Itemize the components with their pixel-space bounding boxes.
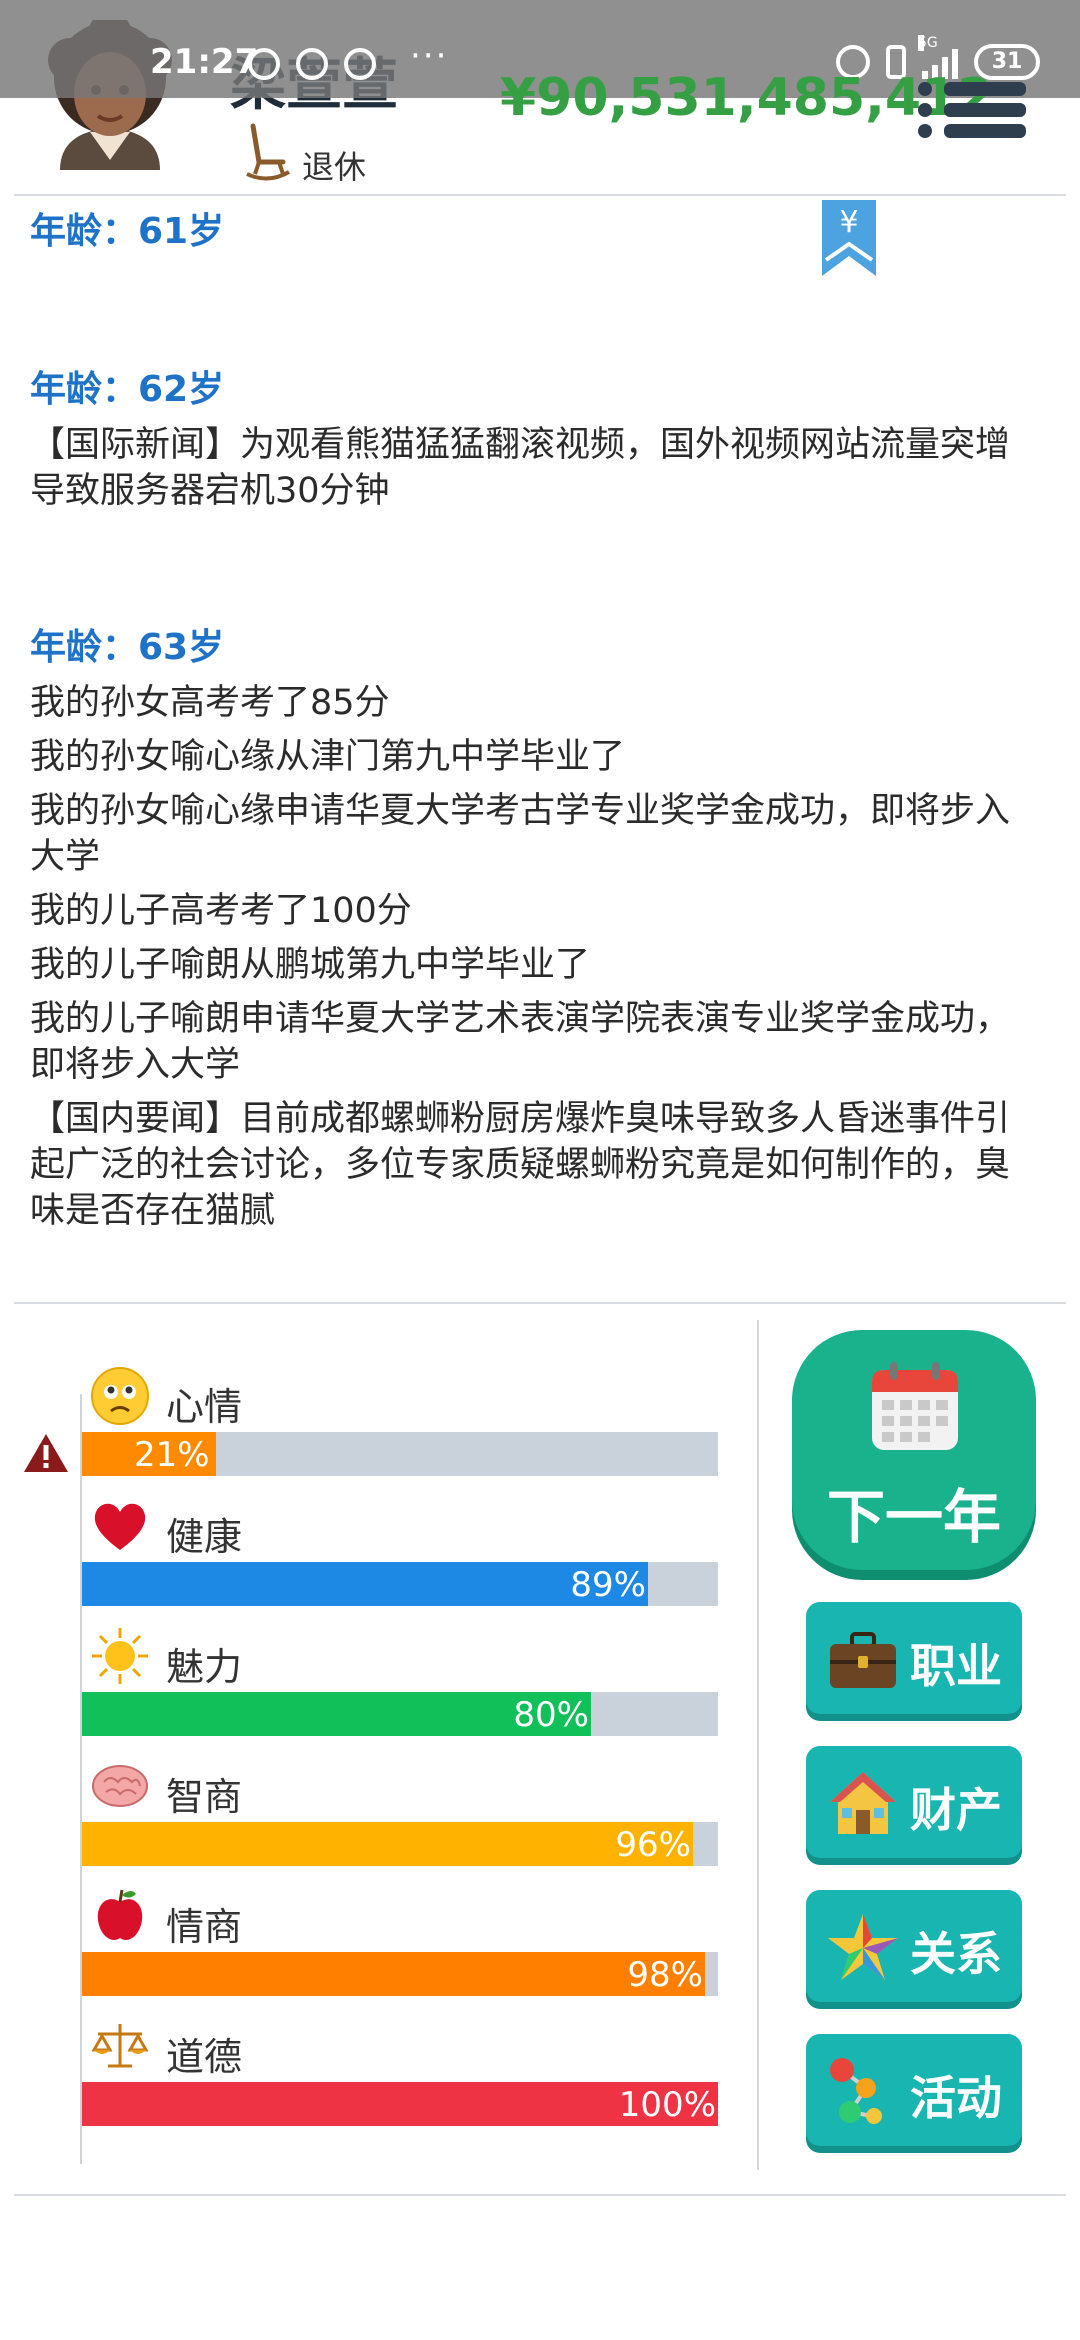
sad-face-icon — [91, 1367, 149, 1425]
log-entry: 我的儿子喻朗申请华夏大学艺术表演学院表演专业奖学金成功，即将步入大学 — [30, 999, 1011, 1085]
next-year-label: 下一年 — [826, 1483, 1001, 1551]
notification-icon — [344, 48, 376, 80]
scale-icon — [91, 2024, 149, 2068]
stat-mood: 心情 21% — [82, 1366, 718, 1496]
house-icon — [830, 1772, 896, 1834]
stat-fill: 98% — [82, 1952, 705, 1996]
notification-icon — [296, 48, 328, 80]
stat-label: 情商 — [166, 1905, 243, 1949]
notification-icon — [248, 48, 280, 80]
calendar-icon — [872, 1362, 958, 1450]
divider — [14, 194, 1066, 196]
stat-fill: 80% — [82, 1692, 591, 1736]
stat-percent: 89% — [570, 1565, 646, 1605]
stat-track: 100% — [82, 2082, 718, 2126]
log-entry: 我的孙女高考考了85分 — [30, 683, 390, 723]
stat-label: 智商 — [166, 1775, 243, 1819]
career-label: 职业 — [910, 1639, 1002, 1693]
brain-icon — [92, 1765, 148, 1807]
stats-panel: 心情 21% 健康 89% 魅力 80% 智商 96% 情商 98% 道德 10… — [0, 1320, 760, 2180]
age-heading: 年龄：62岁 — [30, 369, 225, 410]
relations-label: 关系 — [910, 1927, 1002, 1981]
log-entry: 【国际新闻】为观看熊猫猛猛翻滚视频，国外视频网站流量突增导致服务器宕机30分钟 — [30, 425, 1011, 511]
age-heading: 年龄：63岁 — [30, 627, 225, 668]
star-icon — [828, 1914, 898, 1980]
stat-track: 96% — [82, 1822, 718, 1866]
stat-percent: 21% — [134, 1435, 210, 1475]
career-button[interactable]: 职业 — [806, 1602, 1022, 1714]
stat-charm: 魅力 80% — [82, 1626, 718, 1756]
heart-icon — [94, 1503, 146, 1550]
briefcase-icon — [830, 1632, 896, 1688]
stat-percent: 98% — [627, 1955, 703, 1995]
log-entry: 我的儿子高考考了100分 — [30, 891, 412, 931]
panel-separator — [757, 1320, 759, 2170]
stat-morality: 道德 100% — [82, 2016, 718, 2146]
stat-track: 89% — [82, 1562, 718, 1606]
life-log: 年龄：61岁 年龄：62岁 【国际新闻】为观看熊猫猛猛翻滚视频，国外视频网站流量… — [30, 208, 1040, 1234]
divider — [14, 2194, 1066, 2196]
stat-label: 健康 — [166, 1515, 243, 1559]
relations-button[interactable]: 关系 — [806, 1890, 1022, 2002]
activities-button[interactable]: 活动 — [806, 2034, 1022, 2146]
activity-dots-icon — [830, 2058, 882, 2124]
status-time: 21:27 — [150, 42, 259, 82]
log-entry: 我的孙女喻心缘从津门第九中学毕业了 — [30, 737, 626, 777]
next-year-button[interactable]: 下一年 — [792, 1330, 1036, 1570]
stat-track: 98% — [82, 1952, 718, 1996]
stat-percent: 96% — [615, 1825, 691, 1865]
stat-label: 心情 — [166, 1385, 243, 1429]
divider — [14, 1302, 1066, 1304]
warning-icon — [24, 1434, 68, 1472]
sun-icon — [92, 1628, 148, 1684]
stat-percent: 100% — [618, 2085, 716, 2125]
stat-track: 80% — [82, 1692, 718, 1736]
stat-health: 健康 89% — [82, 1496, 718, 1626]
apple-icon — [97, 1889, 143, 1940]
more-notifications-icon: ··· — [410, 36, 449, 76]
stat-label: 魅力 — [166, 1645, 243, 1689]
life-status: 退休 — [302, 148, 367, 186]
activities-label: 活动 — [910, 2071, 1002, 2125]
stat-label: 道德 — [166, 2035, 243, 2079]
stat-fill: 96% — [82, 1822, 693, 1866]
stat-fill: 100% — [82, 2082, 718, 2126]
stat-iq: 智商 96% — [82, 1756, 718, 1886]
property-button[interactable]: 财产 — [806, 1746, 1022, 1858]
log-entry: 我的孙女喻心缘申请华夏大学考古学专业奖学金成功，即将步入大学 — [30, 791, 1011, 877]
stat-track: 21% — [82, 1432, 718, 1476]
property-label: 财产 — [910, 1783, 1002, 1837]
stat-fill: 89% — [82, 1562, 648, 1606]
stat-eq: 情商 98% — [82, 1886, 718, 2016]
network-type: 5G — [918, 35, 938, 51]
age-heading: 年龄：61岁 — [30, 211, 225, 252]
rocking-chair-icon — [246, 123, 290, 181]
stat-fill: 21% — [82, 1432, 216, 1476]
log-entry: 【国内要闻】目前成都螺蛳粉厨房爆炸臭味导致多人昏迷事件引起广泛的社会讨论，多位专… — [30, 1099, 1011, 1231]
stat-percent: 80% — [513, 1695, 589, 1735]
log-entry: 我的儿子喻朗从鹏城第九中学毕业了 — [30, 945, 591, 985]
menu-button[interactable] — [918, 82, 1028, 138]
